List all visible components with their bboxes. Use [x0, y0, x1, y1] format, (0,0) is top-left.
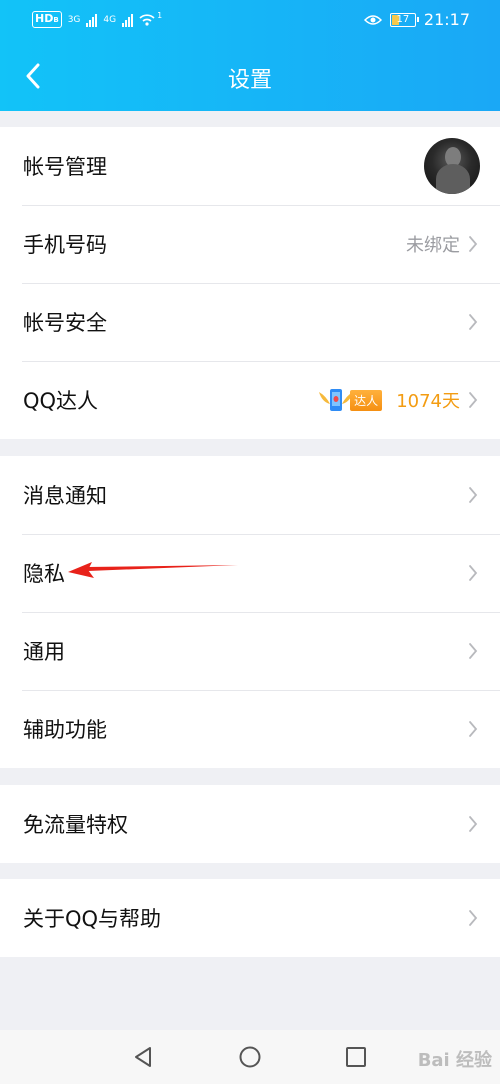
system-nav-bar: Bai 经验: [0, 1030, 500, 1084]
row-right: [468, 612, 478, 690]
row-general[interactable]: 通用: [0, 612, 500, 690]
wifi-sup-label: 1: [157, 11, 163, 20]
row-label: 关于QQ与帮助: [23, 907, 162, 931]
square-recent-icon[interactable]: [343, 1044, 369, 1070]
circle-home-icon[interactable]: [237, 1044, 263, 1070]
row-right: [468, 785, 478, 863]
network-4g-label: 4G: [103, 14, 117, 25]
row-phone-number[interactable]: 手机号码 未绑定: [0, 205, 500, 283]
battery-icon: 17: [389, 12, 419, 27]
row-right: 未绑定: [406, 205, 478, 283]
daren-days-value: 1074天: [396, 391, 460, 412]
row-right: [468, 690, 478, 768]
row-label: 免流量特权: [23, 813, 128, 837]
chevron-right-icon: [469, 721, 478, 737]
status-bar: HDB 3G 4G 1 17 21:17: [0, 0, 500, 40]
chevron-right-icon: [469, 392, 478, 408]
eye-icon: [363, 14, 382, 25]
chevron-right-icon: [469, 565, 478, 581]
row-right: [424, 127, 480, 205]
daren-badge: 达人: [316, 386, 383, 414]
row-label: 帐号安全: [23, 311, 107, 335]
row-qq-daren[interactable]: QQ达人 达人 1074天: [0, 361, 500, 439]
row-label: 辅助功能: [23, 718, 107, 742]
row-right: 达人 1074天: [316, 361, 478, 439]
row-account-management[interactable]: 帐号管理: [0, 127, 500, 205]
row-label: QQ达人: [23, 389, 99, 413]
wifi-icon: [139, 13, 155, 26]
status-left: HDB 3G 4G 1: [32, 11, 162, 28]
annotation-arrow-icon: [68, 562, 238, 578]
status-right: 17 21:17: [363, 10, 470, 29]
signal-bars-icon: [122, 13, 134, 27]
page-title: 设置: [227, 68, 272, 93]
phone-status-value: 未绑定: [406, 235, 460, 256]
row-label: 消息通知: [23, 484, 107, 508]
settings-group-account: 帐号管理 手机号码 未绑定 帐号安全 QQ达人 达人 1074天: [0, 127, 500, 439]
chevron-right-icon: [469, 236, 478, 252]
signal-bars-icon: [86, 13, 98, 27]
row-label: 帐号管理: [23, 155, 107, 179]
daren-tag: 达人: [350, 389, 383, 411]
settings-group-general: 消息通知 隐私 通用 辅助功能: [0, 456, 500, 768]
settings-group-data-plan: 免流量特权: [0, 785, 500, 863]
row-free-data-privilege[interactable]: 免流量特权: [0, 785, 500, 863]
app-header: HDB 3G 4G 1 17 21:17 设置: [0, 0, 500, 111]
row-label: 隐私: [23, 562, 65, 586]
chevron-right-icon: [469, 643, 478, 659]
chevron-right-icon: [469, 487, 478, 503]
row-right: [468, 879, 478, 957]
row-label: 手机号码: [23, 233, 107, 257]
network-3g-label: 3G: [67, 14, 81, 25]
row-right: [468, 456, 478, 534]
row-account-security[interactable]: 帐号安全: [0, 283, 500, 361]
watermark: Bai 经验: [417, 1050, 492, 1071]
chevron-right-icon: [469, 910, 478, 926]
hd-indicator: HDB: [32, 11, 62, 28]
row-right: [468, 283, 478, 361]
row-notifications[interactable]: 消息通知: [0, 456, 500, 534]
settings-group-about: 关于QQ与帮助: [0, 879, 500, 957]
row-right: [468, 534, 478, 612]
chevron-right-icon: [469, 816, 478, 832]
chevron-right-icon: [469, 314, 478, 330]
row-label: 通用: [23, 640, 65, 664]
status-time: 21:17: [423, 10, 470, 29]
avatar: [424, 138, 480, 194]
row-accessibility[interactable]: 辅助功能: [0, 690, 500, 768]
triangle-back-icon[interactable]: [130, 1044, 156, 1070]
row-about-help[interactable]: 关于QQ与帮助: [0, 879, 500, 957]
